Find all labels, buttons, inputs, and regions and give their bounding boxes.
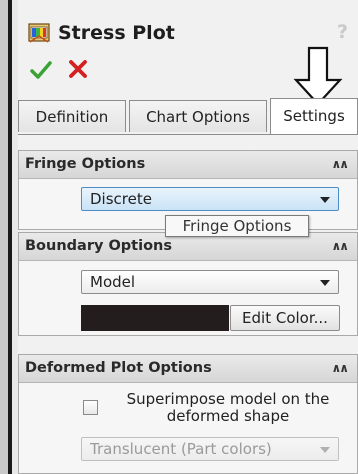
x-icon[interactable]: [67, 58, 89, 80]
left-border: [0, 0, 18, 474]
superimpose-checkbox[interactable]: [83, 400, 98, 415]
fringe-options-header[interactable]: Fringe Options ∧∧: [19, 151, 357, 179]
double-chevron-up-icon[interactable]: ∧∧: [332, 355, 349, 382]
edit-color-button[interactable]: Edit Color...: [230, 305, 340, 331]
fringe-options-tooltip: Fringe Options: [165, 215, 309, 237]
translucent-dropdown: Translucent (Part colors): [81, 437, 339, 461]
fringe-options-value: Discrete: [90, 190, 152, 208]
down-arrow-icon: [292, 46, 344, 106]
boundary-options-value: Model: [90, 273, 136, 291]
stress-plot-panel: Stress Plot ? Definition Chart Options S…: [18, 0, 358, 474]
boundary-options-title: Boundary Options: [25, 238, 172, 254]
deformed-plot-options-title: Deformed Plot Options: [25, 360, 212, 376]
boundary-options-group: Boundary Options ∧∧ Model Edit Color...: [18, 232, 358, 336]
boundary-options-dropdown[interactable]: Model: [81, 270, 339, 294]
tab-chart-options[interactable]: Chart Options: [129, 100, 267, 132]
help-icon[interactable]: ?: [337, 21, 348, 43]
chevron-down-icon: [320, 197, 330, 203]
chevron-down-icon: [320, 280, 330, 286]
chevron-down-icon: [320, 447, 330, 453]
check-icon[interactable]: [29, 58, 53, 82]
deformed-plot-options-header[interactable]: Deformed Plot Options ∧∧: [19, 355, 357, 383]
property-manager: Stress Plot ? Definition Chart Options S…: [0, 0, 358, 474]
tab-divider: [18, 134, 358, 135]
double-chevron-up-icon[interactable]: ∧∧: [332, 233, 349, 260]
tab-settings[interactable]: Settings: [270, 98, 358, 134]
boundary-options-header[interactable]: Boundary Options ∧∧: [19, 233, 357, 261]
panel-title: Stress Plot: [58, 22, 175, 44]
translucent-value: Translucent (Part colors): [90, 440, 272, 458]
tab-definition[interactable]: Definition: [18, 100, 126, 132]
deformed-plot-options-group: Deformed Plot Options ∧∧ Superimpose mod…: [18, 354, 358, 474]
double-chevron-up-icon[interactable]: ∧∧: [332, 151, 349, 178]
boundary-color-swatch: [81, 305, 229, 331]
stress-plot-icon: [27, 21, 51, 45]
superimpose-label[interactable]: Superimpose model on the deformed shape: [103, 391, 353, 425]
fringe-options-title: Fringe Options: [25, 156, 146, 172]
fringe-options-dropdown[interactable]: Discrete: [81, 187, 339, 211]
tab-bar: Definition Chart Options Settings: [18, 98, 358, 134]
